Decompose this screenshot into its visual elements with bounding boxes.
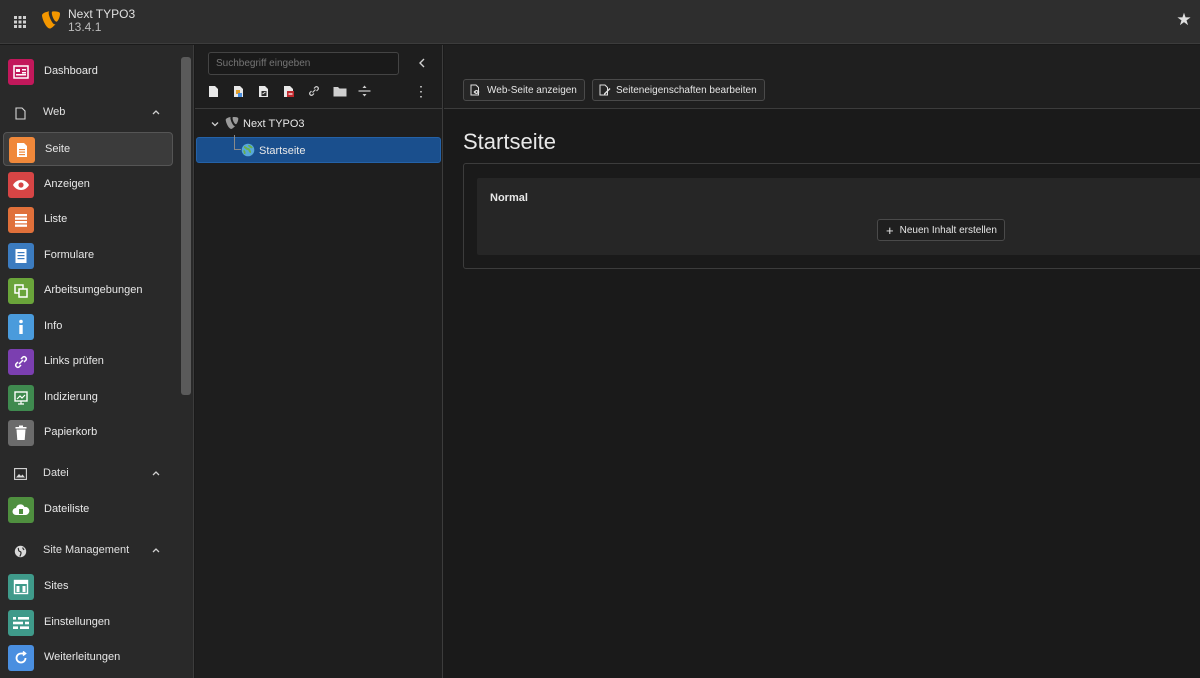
module-weiterleitungen[interactable]: Weiterleitungen [3,641,173,675]
settings-sliders-icon [8,610,34,636]
module-info[interactable]: Info [3,310,173,344]
column-name: Normal [490,192,528,204]
tree-node-root-label: Next TYPO3 [243,118,305,130]
page-tree: ⋮ Next TYPO3 Startseite [195,45,443,678]
module-menu: Dashboard Web Seite Anzeigen Liste Formu… [0,45,194,678]
module-sites[interactable]: Sites [3,570,173,604]
module-papierkorb[interactable]: Papierkorb [3,416,173,450]
page-icon [13,105,27,121]
list-icon [8,207,34,233]
new-content-label: Neuen Inhalt erstellen [899,224,997,236]
module-label: Liste [44,213,68,225]
typo3-version: 13.4.1 [68,20,102,34]
edit-page-properties-label: Seiteneigenschaften bearbeiten [616,84,757,96]
module-label: Formulare [44,249,95,261]
typo3-site-root-icon [225,116,239,129]
module-label: Arbeitsumgebungen [44,284,143,296]
globe-page-icon [241,143,255,157]
module-label: Seite [45,143,71,155]
edit-page-properties-button[interactable]: Seiteneigenschaften bearbeiten [592,79,765,101]
chevron-up-icon [152,110,160,115]
view-webpage-button[interactable]: Web-Seite anzeigen [463,79,585,101]
module-indizierung[interactable]: Indizierung [3,381,173,415]
new-folder-icon[interactable] [333,82,358,100]
module-einstellungen[interactable]: Einstellungen [3,606,173,640]
sites-icon [8,574,34,600]
module-menu-toggle-icon[interactable] [8,10,32,34]
typo3-logo-icon[interactable] [42,10,60,30]
module-formulare[interactable]: Formulare [3,239,173,273]
bookmark-star-icon[interactable]: ★ [1174,10,1194,30]
module-label: Weiterleitungen [44,651,121,663]
module-label: Papierkorb [44,426,98,438]
module-label: Dashboard [44,65,98,77]
tree-toolbar [208,82,383,100]
cloud-file-icon [8,497,34,523]
group-site-management[interactable]: Site Management [0,536,180,566]
tree-node-root[interactable]: Next TYPO3 [205,110,435,136]
group-datei[interactable]: Datei [0,459,180,489]
group-label: Site Management [43,544,130,556]
presentation-icon [8,385,34,411]
module-label: Indizierung [44,391,98,403]
group-web[interactable]: Web [0,98,180,128]
redirect-icon [8,645,34,671]
content-area: Web-Seite anzeigen Seiteneigenschaften b… [444,45,1200,678]
tree-node-startseite-label: Startseite [259,145,306,157]
group-label: Datei [43,467,69,479]
view-webpage-label: Web-Seite anzeigen [487,84,577,96]
chevron-down-icon[interactable] [210,119,220,129]
collapse-tree-chevron-left-icon[interactable] [415,56,429,70]
globe-icon [13,543,27,559]
plus-icon: + [886,222,894,238]
module-label: Info [44,320,63,332]
content-panel: Normal + Neuen Inhalt erstellen [463,163,1200,269]
tree-connector [234,135,241,150]
module-dateiliste[interactable]: Dateiliste [3,493,173,527]
module-menu-scrollbar[interactable] [181,57,191,395]
module-liste[interactable]: Liste [3,203,173,237]
top-bar: Next TYPO3 13.4.1 ★ [0,0,1200,44]
chevron-up-icon [152,471,160,476]
link-icon [8,349,34,375]
chevron-up-icon [152,548,160,553]
workspace-icon [8,278,34,304]
edit-page-icon [599,84,611,96]
site-name[interactable]: Next TYPO3 [68,7,135,21]
tree-divider [195,108,443,109]
form-icon [8,243,34,269]
more-options-icon[interactable]: ⋮ [414,83,428,99]
page-title: Startseite [463,129,556,154]
info-icon [8,314,34,340]
new-link-page-icon[interactable] [258,82,283,100]
trash-icon [8,420,34,446]
module-anzeigen[interactable]: Anzeigen [3,168,173,202]
tree-search-input[interactable] [208,52,399,75]
module-label: Sites [44,580,69,592]
doc-header: Web-Seite anzeigen Seiteneigenschaften b… [444,45,1200,109]
module-dashboard[interactable]: Dashboard [3,55,173,89]
image-icon [13,466,27,482]
new-page-icon[interactable] [208,82,233,100]
module-links-pruefen[interactable]: Links prüfen [3,345,173,379]
tree-node-startseite[interactable]: Startseite [196,135,441,163]
module-label: Dateiliste [44,503,90,515]
dashboard-icon [8,59,34,85]
column-normal: Normal + Neuen Inhalt erstellen [477,178,1200,255]
eye-icon [8,172,34,198]
module-seite[interactable]: Seite [3,132,173,166]
new-shortcut-icon[interactable] [233,82,258,100]
module-label: Anzeigen [44,178,90,190]
module-label: Einstellungen [44,616,111,628]
new-spacer-icon[interactable] [358,82,383,100]
module-arbeitsumgebungen[interactable]: Arbeitsumgebungen [3,274,173,308]
group-label: Web [43,106,66,118]
new-mountpoint-icon[interactable] [283,82,308,100]
new-link-icon[interactable] [308,82,333,100]
view-page-icon [470,84,482,96]
new-content-button[interactable]: + Neuen Inhalt erstellen [877,219,1005,241]
page-module-icon [9,137,35,163]
module-label: Links prüfen [44,355,104,367]
